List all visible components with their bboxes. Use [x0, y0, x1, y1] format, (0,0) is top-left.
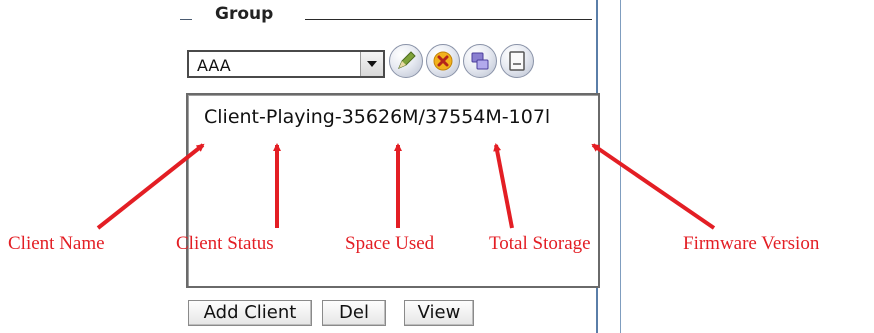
- space-used-label: Space Used: [345, 233, 435, 254]
- total-storage-label: Total Storage: [489, 233, 591, 254]
- client-name-label: Client Name: [8, 233, 105, 254]
- total-storage-arrow: [493, 143, 514, 229]
- firmware-version-arrow: [591, 143, 716, 230]
- annotation-arrows: [96, 143, 716, 230]
- firmware-version-label: Firmware Version: [683, 233, 820, 254]
- client-name-arrow: [96, 143, 205, 230]
- client-status-label: Client Status: [176, 233, 274, 254]
